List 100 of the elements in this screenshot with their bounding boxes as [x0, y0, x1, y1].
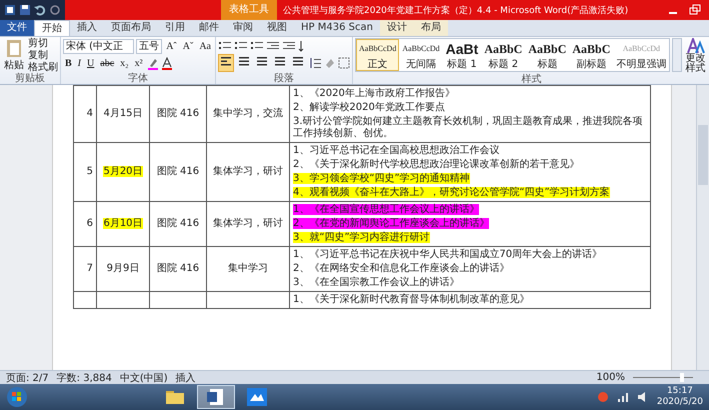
agenda-item: 1、习近平总书记在全国高校思想政治工作会议	[293, 145, 500, 156]
style-item[interactable]: AaBbCcDd 无间隔	[399, 39, 443, 71]
undo-icon[interactable]	[34, 4, 46, 16]
clipboard-action[interactable]: 复制	[28, 50, 58, 61]
ribbon-tab[interactable]: 设计	[380, 20, 414, 36]
align-button[interactable]	[218, 54, 234, 72]
font-button[interactable]: Aˇ	[180, 40, 196, 52]
zoom-level[interactable]: 100%	[596, 372, 625, 383]
agenda-item: 2、《在网络安全和信息化工作座谈会上的讲话》	[293, 263, 510, 274]
start-button[interactable]	[6, 386, 28, 408]
list-icon[interactable]	[250, 40, 264, 52]
format-button[interactable]: x²	[132, 58, 145, 68]
style-item[interactable]: AaBbC 标题 2	[481, 39, 526, 71]
border-icon[interactable]	[338, 57, 350, 69]
format-button[interactable]: x₂	[118, 58, 131, 68]
list-icon[interactable]	[218, 40, 232, 52]
paste-button[interactable]: 粘贴	[2, 38, 26, 73]
network-icon[interactable]	[616, 391, 629, 403]
agenda-item: 1、《2020年上海市政府工作报告》	[293, 88, 455, 99]
document-icon	[206, 388, 226, 406]
save-icon[interactable]	[19, 4, 31, 16]
ribbon-tab[interactable]: 布局	[414, 20, 448, 36]
group-label: 剪贴板	[14, 73, 46, 84]
alignment-icon	[275, 57, 285, 66]
agenda-item: 2、解读学校2020年党政工作要点	[293, 102, 445, 113]
alignment-icon	[239, 57, 249, 66]
agenda-item: 3、《在全国宗教工作会议上的讲话》	[293, 277, 460, 288]
location-text: 图院 416	[156, 263, 200, 274]
date-text: 9月9日	[106, 263, 140, 274]
format-button[interactable]: abc	[98, 58, 116, 68]
style-item[interactable]: AaBbCcDd 正文	[356, 39, 400, 71]
clock[interactable]: 15:17 2020/5/20	[656, 386, 703, 408]
clipboard-action[interactable]: 剪切	[28, 38, 58, 49]
status-item: 页面: 2/7	[6, 372, 49, 384]
style-item[interactable]: AaBbC 标题	[525, 39, 570, 71]
ribbon-tab[interactable]: 审阅	[226, 20, 260, 36]
ribbon-tab[interactable]: 文件	[0, 20, 34, 36]
indent-icon[interactable]	[266, 40, 280, 52]
alignment-icon	[221, 57, 231, 66]
agenda-item: 1、《习近平总书记在庆祝中华人民共和国成立70周年大会上的讲话》	[293, 249, 602, 260]
ribbon-tab[interactable]: HP M436 Scan	[294, 20, 380, 36]
format-button[interactable]: B	[63, 58, 74, 68]
ribbon-tab[interactable]: 开始	[34, 20, 70, 36]
status-item: 中文(中国)	[120, 372, 168, 384]
format-button[interactable]: I	[76, 58, 84, 68]
clipboard-action[interactable]: 格式刷	[28, 62, 58, 73]
format-text: 集中学习	[228, 263, 268, 274]
agenda-item: 1、《关于深化新时代教育督导体制机制改革的意见》	[293, 294, 530, 305]
context-tab-header: 表格工具	[221, 0, 277, 20]
agenda-item: 3.研讨公管学院如何建立主题教育长效机制，巩固主题教育成果，推进我院各项工作持续创新、创优。	[293, 116, 643, 139]
format-text: 集中学习，交流	[213, 108, 283, 119]
change-styles-button[interactable]: 更改样式	[684, 38, 708, 74]
font-family-field[interactable]: 宋体 (中文正	[63, 38, 134, 54]
agenda-item: 1、《在全国宣传思想工作会议上的讲话》	[293, 204, 480, 215]
status-item: 插入	[176, 372, 196, 384]
agenda-item: 4、观看视频《奋斗在大路上》，研究讨论公管学院“四史”学习计划方案	[293, 187, 610, 198]
font-button[interactable]: Aˆ	[164, 40, 179, 52]
alignment-icon	[293, 57, 303, 66]
font-color-icon[interactable]	[160, 56, 173, 70]
row-number: 4	[86, 108, 93, 119]
location-text: 图院 416	[156, 108, 200, 119]
date-text: 4月15日	[103, 108, 143, 119]
ribbon-tab[interactable]: 视图	[260, 20, 294, 36]
status-item: 字数: 3,884	[56, 372, 112, 384]
style-item[interactable]: AaBbCcDd 不明显强调	[613, 39, 670, 71]
ribbon-tab[interactable]: 引用	[158, 20, 192, 36]
window-title: 公共管理与服务学院2020年党建工作方案（定）4.4 - Microsoft Word(产品激活失败)	[283, 4, 630, 16]
ribbon-tab[interactable]: 邮件	[192, 20, 226, 36]
highlight-icon[interactable]	[146, 56, 159, 70]
indent-icon[interactable]	[282, 40, 296, 52]
group-label: 字体	[127, 73, 149, 84]
group-label: 样式	[520, 74, 543, 85]
agenda-item: 3、学习领会学校“四史”学习的通知精神	[293, 173, 470, 184]
ribbon-tab[interactable]: 插入	[70, 20, 104, 36]
ribbon-tab[interactable]: 页面布局	[104, 20, 158, 36]
row-number: 7	[86, 263, 93, 274]
agenda-item: 2、《在党的新闻舆论工作座谈会上的讲话》	[293, 218, 490, 229]
format-button[interactable]: U	[85, 58, 96, 68]
styles-icon	[686, 38, 706, 54]
location-text: 图院 416	[156, 166, 200, 177]
agenda-item: 3、就“四史”学习内容进行研讨	[293, 232, 430, 243]
row-number: 6	[86, 218, 93, 229]
style-item[interactable]: AaBbC 副标题	[569, 39, 614, 71]
line-spacing-icon[interactable]	[308, 57, 322, 69]
vertical-scrollbar[interactable]	[696, 85, 709, 370]
date-text: 6月10日	[103, 218, 143, 229]
word-app-icon	[4, 4, 16, 16]
gallery-scrollbar[interactable]	[672, 38, 682, 72]
date-text: 5月20日	[103, 166, 143, 177]
taskbar-app[interactable]	[197, 385, 235, 409]
row-number: 5	[86, 166, 93, 177]
font-button[interactable]: Aa	[197, 40, 213, 52]
font-size-field[interactable]: 五号	[136, 38, 162, 54]
list-icon[interactable]	[234, 40, 248, 52]
clipboard-icon	[5, 38, 23, 58]
agenda-item: 2、《关于深化新时代学校思想政治理论课改革创新的若干意见》	[293, 159, 580, 170]
restore-icon[interactable]	[689, 4, 701, 16]
style-item[interactable]: AaBt 标题 1	[442, 39, 482, 71]
cloud-app-icon	[247, 388, 267, 406]
folder-icon	[165, 389, 185, 405]
